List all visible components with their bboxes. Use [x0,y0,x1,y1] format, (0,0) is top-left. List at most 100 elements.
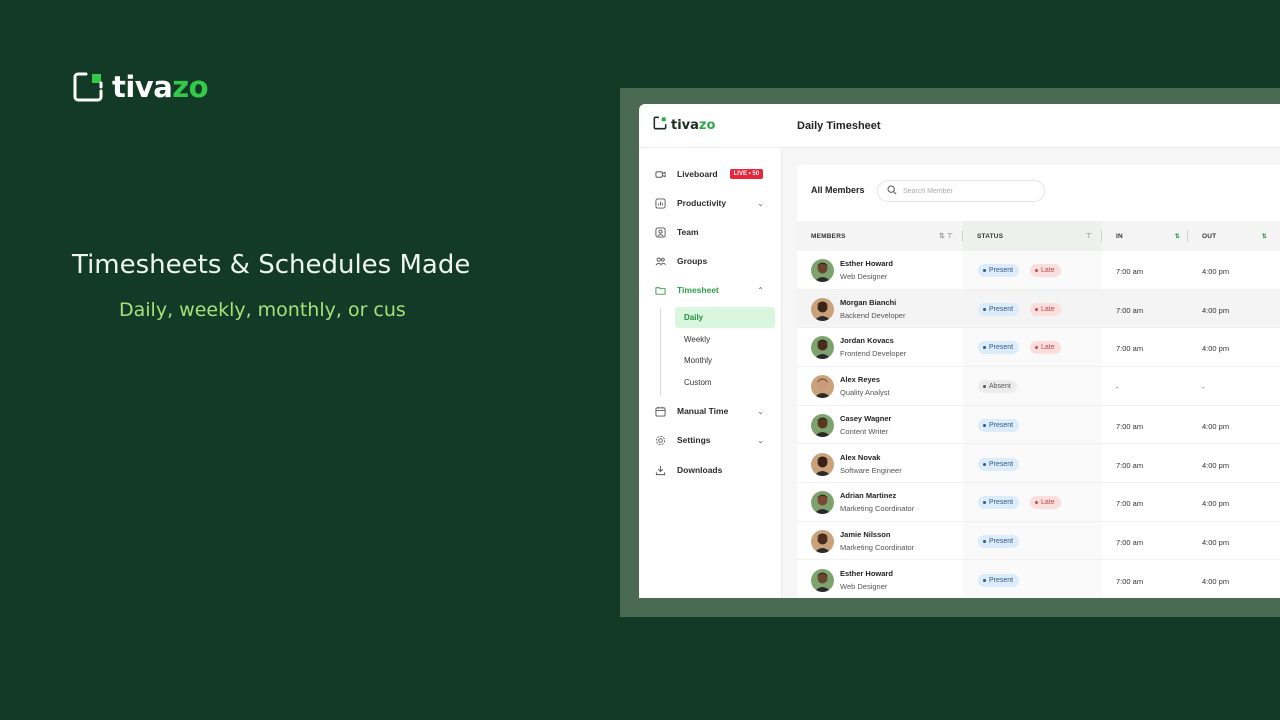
page-title: Daily Timesheet [797,119,881,132]
member-role: Frontend Developer [840,349,907,359]
app-header: tivazo Daily Timesheet [639,104,1280,148]
member-name[interactable]: Esther Howard [840,259,893,268]
member-role: Web Designer [840,581,888,591]
sidebar-item-groups[interactable]: Groups [639,248,782,274]
clock-out-time: 4:00 pm [1202,499,1230,509]
late-badge: Late [1030,264,1061,277]
table-row[interactable]: Morgan Bianchi Backend Developer Present La… [797,289,1280,329]
hero-subtitle: Daily, weekly, monthly, or cus [119,299,406,321]
member-name[interactable]: Alex Reyes [840,375,880,384]
hero-brand-name: tivazo [112,70,209,104]
clock-in-time: 7:00 am [1116,537,1144,547]
sidebar-item-timesheet[interactable]: Timesheet ⌃ [639,277,782,303]
table-header: MEMBERS ⇅ ⊤ STATUS ⊤ IN ⇅ OUT ⇅ [797,221,1280,251]
download-icon [655,465,666,476]
groups-icon [655,256,666,267]
col-header-out[interactable]: OUT ⇅ [1188,221,1280,251]
chevron-up-icon: ⌃ [757,285,764,295]
member-name[interactable]: Morgan Bianchi [840,298,896,307]
sort-icon[interactable]: ⇅ [1262,233,1267,240]
logo-mark-icon [72,71,104,103]
avatar [811,336,834,360]
status-badge: Present [978,534,1020,548]
clock-out-time: 4:00 pm [1202,421,1230,431]
search-box[interactable] [877,180,1045,202]
member-name[interactable]: Adrian Martinez [840,491,896,500]
late-badge: Late [1030,302,1061,316]
member-name[interactable]: Casey Wagner [840,414,891,423]
table-row[interactable]: Esther Howard Web Designer Present 7:00 am 4… [797,561,1280,598]
member-name[interactable]: Esther Howard [840,569,893,578]
avatar [811,568,834,592]
logo-mark-icon [653,116,667,135]
card-title: All Members [811,185,865,195]
col-header-in[interactable]: IN ⇅ [1102,221,1188,251]
member-name[interactable]: Jordan Kovacs [840,336,894,345]
col-header-members[interactable]: MEMBERS ⇅ ⊤ [797,221,963,251]
clock-in-time: 7:00 am [1116,460,1144,470]
main-content: All Members MEMBERS ⇅ ⊤ STATUS ⊤ [782,148,1280,598]
clock-in-time: 7:00 am [1116,344,1144,354]
members-card: All Members MEMBERS ⇅ ⊤ STATUS ⊤ [797,165,1280,598]
table-row[interactable]: Jamie Nilsson Marketing Coordinator Presen… [797,522,1280,561]
gear-icon [655,435,666,446]
table-row[interactable]: Alex Novak Software Engineer Present 7:00 a… [797,445,1280,483]
avatar [811,413,834,437]
clock-in-time: 7:00 am [1116,576,1144,586]
hero-logo: tivazo [72,70,209,104]
sidebar-item-downloads[interactable]: Downloads [639,457,782,483]
folder-icon [655,285,666,296]
member-role: Quality Analyst [840,388,890,398]
app-brand-name: tivazo [671,118,716,133]
app-logo[interactable]: tivazo [639,116,797,135]
live-badge: LIVE • 50 [729,169,764,179]
submenu-item-custom[interactable]: Custom [675,372,775,393]
status-badge: Present [978,341,1020,355]
chevron-down-icon: ⌄ [757,435,764,445]
table-row[interactable]: Casey Wagner Content Writer Present 7:00 am… [797,406,1280,445]
search-input[interactable] [903,187,1033,195]
clock-in-time: 7:00 am [1116,267,1144,276]
submenu-item-weekly[interactable]: Weekly [675,329,775,350]
late-badge: Late [1030,341,1061,355]
member-name[interactable]: Alex Novak [840,453,880,462]
clock-out-time: 4:00 pm [1202,344,1230,354]
clock-out-time: - [1202,383,1205,393]
status-badge: Present [978,457,1020,471]
avatar [811,529,834,553]
status-badge: Absent [978,380,1017,394]
submenu-item-daily[interactable]: Daily [675,307,775,328]
table-row[interactable]: Jordan Kovacs Frontend Developer Present La… [797,328,1280,367]
sidebar: Liveboard LIVE • 50 Productivity ⌄ Team … [639,148,782,598]
member-role: Marketing Coordinator [840,504,915,514]
chevron-down-icon: ⌄ [757,198,764,208]
sidebar-item-team[interactable]: Team [639,219,782,245]
member-name[interactable]: Jamie Nilsson [840,530,890,539]
filter-icon[interactable]: ⊤ [1086,232,1092,240]
sort-icon[interactable]: ⇅ [939,232,945,240]
app-preview-frame: tivazo Daily Timesheet Liveboard LIVE • … [620,88,1280,617]
clock-in-time: 7:00 am [1116,499,1144,509]
status-badge: Present [978,573,1020,587]
sidebar-item-manual-time[interactable]: Manual Time ⌄ [639,398,782,424]
avatar [811,375,834,399]
col-header-status[interactable]: STATUS ⊤ [963,221,1102,251]
status-badge: Present [978,496,1020,510]
submenu-item-monthly[interactable]: Monthly [675,350,775,371]
sidebar-item-productivity[interactable]: Productivity ⌄ [639,190,782,216]
table-row[interactable]: Esther Howard Web Designer Present Late 7:00… [797,251,1280,290]
member-role: Software Engineer [840,465,902,475]
sort-icon[interactable]: ⇅ [1175,233,1180,240]
clock-in-time: - [1116,383,1119,393]
sidebar-item-liveboard[interactable]: Liveboard LIVE • 50 [639,161,782,187]
user-icon [655,226,666,238]
table-row[interactable]: Adrian Martinez Marketing Coordinator Pres… [797,483,1280,522]
avatar [811,491,834,515]
clock-out-time: 4:00 pm [1202,576,1230,586]
sidebar-item-settings[interactable]: Settings ⌄ [639,427,782,453]
table-row[interactable]: Alex Reyes Quality Analyst Absent - - [797,367,1280,406]
member-role: Marketing Coordinator [840,542,915,552]
liveboard-icon [655,169,666,180]
avatar [811,452,834,476]
filter-icon[interactable]: ⊤ [947,232,953,240]
